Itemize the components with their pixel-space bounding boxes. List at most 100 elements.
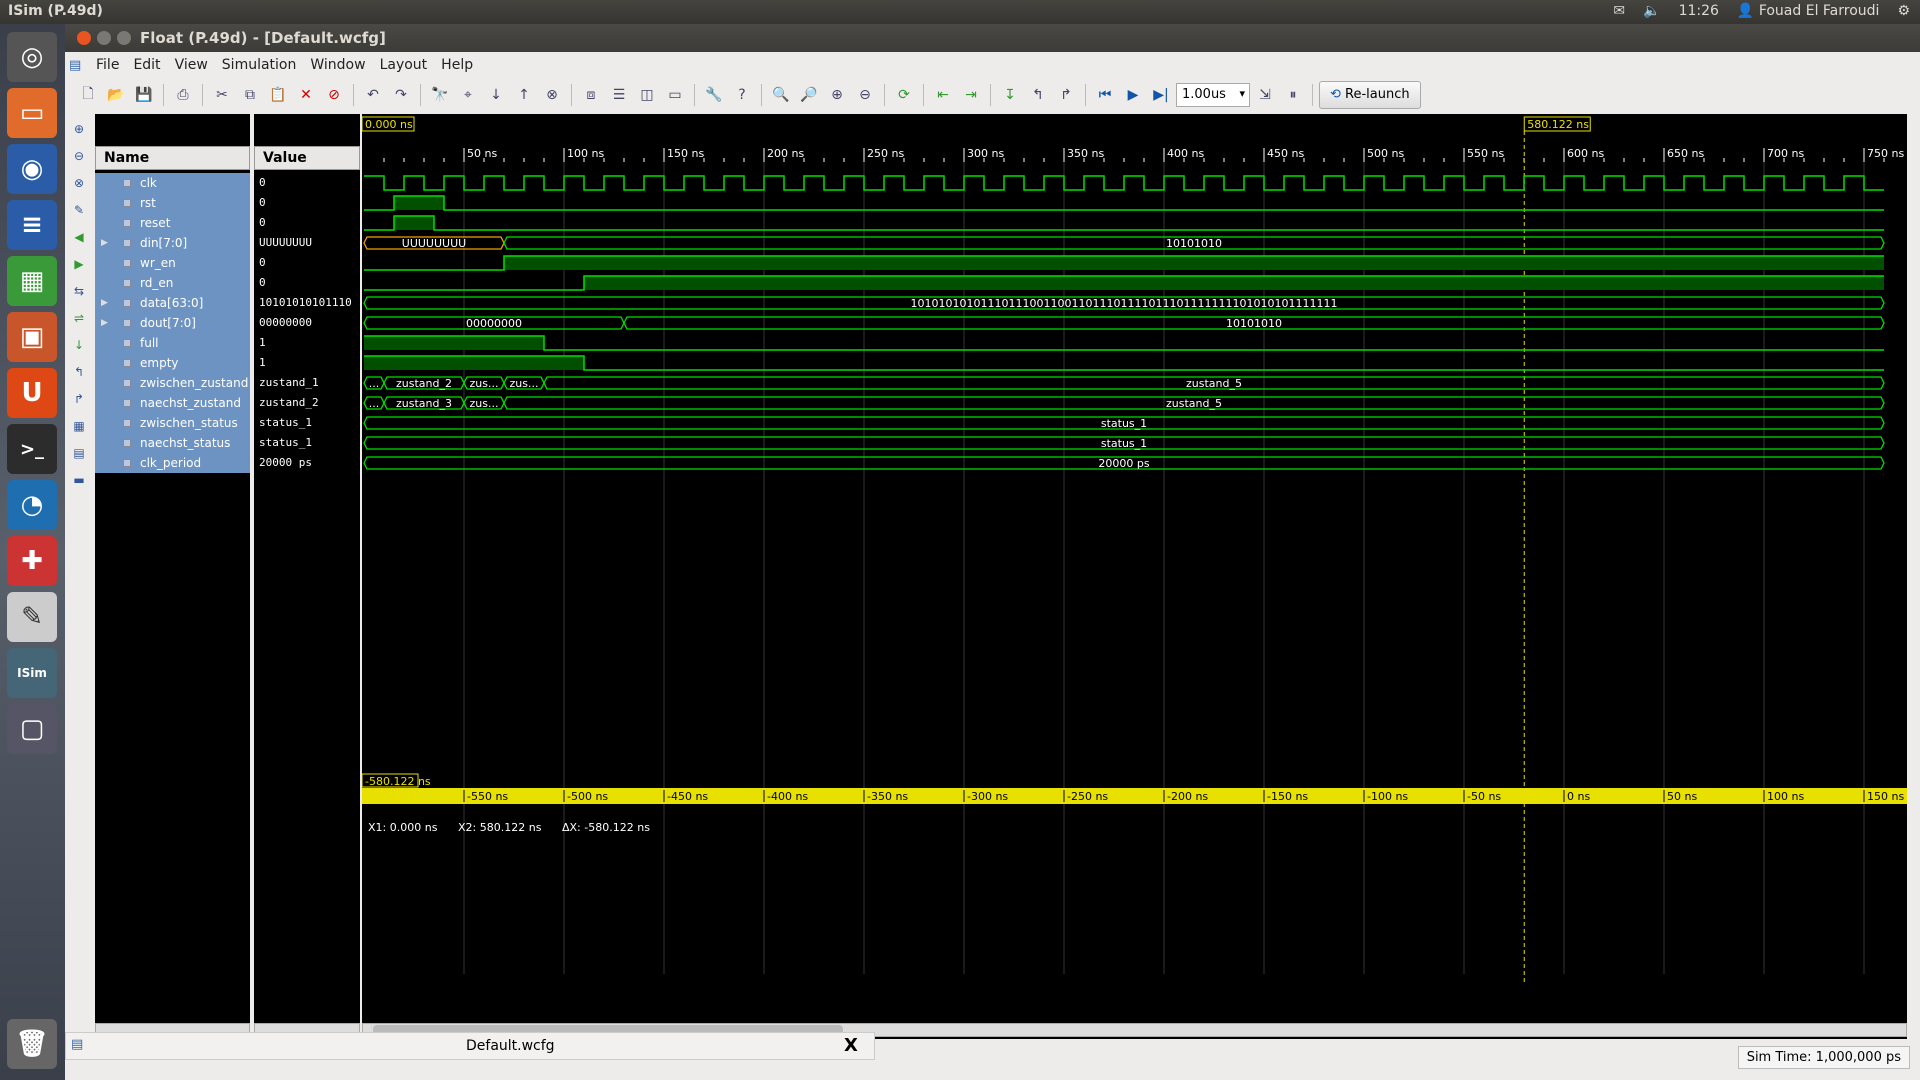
mail-icon[interactable]: ✉ <box>1613 3 1625 19</box>
signal-row[interactable]: naechst_status <box>95 433 250 453</box>
chart-app-icon[interactable]: ◔ <box>7 480 57 530</box>
zoom-in-icon[interactable]: ⊕ <box>67 117 91 141</box>
close-tab-button[interactable]: X <box>844 1035 858 1056</box>
up-arrow-icon[interactable]: ↑ <box>511 82 537 108</box>
waveform-canvas[interactable]: 50 ns 100 ns 150 ns 200 ns 250 ns 300 ns 350 n… <box>362 114 1907 1039</box>
redo-icon[interactable]: ↷ <box>388 82 414 108</box>
zoom-cursor-icon[interactable]: ⊖ <box>852 82 878 108</box>
down-arrow-icon[interactable]: ↓ <box>483 82 509 108</box>
impress-icon[interactable]: ▣ <box>7 312 57 362</box>
pause-icon[interactable]: ⏸ <box>1280 82 1306 108</box>
menu-view[interactable]: View <box>168 57 215 73</box>
help-icon[interactable]: ? <box>729 82 755 108</box>
tile-horizontal-icon[interactable]: ☰ <box>606 82 632 108</box>
signal-row[interactable]: ▶ din[7:0] <box>95 233 250 253</box>
relaunch-button[interactable]: ⟲ Re-launch <box>1319 81 1421 109</box>
prev-marker-icon[interactable]: ⇤ <box>930 82 956 108</box>
writer-icon[interactable]: ≡ <box>7 200 57 250</box>
menu-window[interactable]: Window <box>303 57 372 73</box>
find-icon[interactable]: 🔭 <box>427 82 453 108</box>
paste-icon[interactable]: 📋 <box>265 82 291 108</box>
dash-home-icon[interactable]: ◎ <box>7 32 57 82</box>
signal-row[interactable]: naechst_zustand <box>95 393 250 413</box>
open-file-icon[interactable]: 📂 <box>103 82 129 108</box>
zoom-fit-icon[interactable]: ⊕ <box>824 82 850 108</box>
expand-arrow-icon[interactable]: ▶ <box>101 313 108 333</box>
minimize-window-icon[interactable] <box>97 31 111 45</box>
name-column-header[interactable]: Name <box>95 146 250 170</box>
signal-row[interactable]: zwischen_status <box>95 413 250 433</box>
clock[interactable]: 11:26 <box>1679 3 1719 19</box>
terminal-icon[interactable]: >_ <box>7 424 57 474</box>
menu-file[interactable]: File <box>89 57 126 73</box>
delete-icon[interactable]: ✕ <box>293 82 319 108</box>
refresh-icon[interactable]: ⟳ <box>891 82 917 108</box>
signal-row[interactable]: full <box>95 333 250 353</box>
signal-row[interactable]: zwischen_zustand <box>95 373 250 393</box>
signal-row[interactable]: ▶ data[63:0] <box>95 293 250 313</box>
close-window-icon[interactable] <box>77 31 91 45</box>
settings-gear-icon[interactable]: ⚙ <box>1897 3 1910 19</box>
signal-row[interactable]: clk <box>95 173 250 193</box>
workspace-icon[interactable]: ▢ <box>7 704 57 754</box>
menu-layout[interactable]: Layout <box>373 57 435 73</box>
user-menu[interactable]: 👤 Fouad El Farroudi <box>1737 3 1880 19</box>
next-edge-icon[interactable]: ↱ <box>67 387 91 411</box>
signal-row[interactable]: wr_en <box>95 253 250 273</box>
signal-row[interactable]: rd_en <box>95 273 250 293</box>
divider-icon[interactable]: ▬ <box>67 468 91 492</box>
zoom-full-icon[interactable]: ⊗ <box>67 171 91 195</box>
swap-icon[interactable]: ⇆ <box>67 279 91 303</box>
software-center-icon[interactable]: U <box>7 368 57 418</box>
maximize-window-icon[interactable] <box>117 31 131 45</box>
properties-icon[interactable]: 🔧 <box>701 82 727 108</box>
add-marker-icon[interactable]: ↧ <box>997 82 1023 108</box>
stop-icon[interactable]: ⊘ <box>321 82 347 108</box>
menu-simulation[interactable]: Simulation <box>215 57 304 73</box>
document-tab[interactable]: Default.wcfg <box>466 1038 555 1054</box>
find-disabled-icon[interactable]: ⌖ <box>455 82 481 108</box>
isim-icon[interactable]: ISim <box>7 648 57 698</box>
restart-icon[interactable]: ⏮ <box>1092 82 1118 108</box>
next-marker-icon[interactable]: ⇥ <box>958 82 984 108</box>
text-editor-icon[interactable]: ✎ <box>7 592 57 642</box>
firefox-icon[interactable]: ◉ <box>7 144 57 194</box>
step-icon[interactable]: ⇲ <box>1252 82 1278 108</box>
app-menu-icon[interactable]: ▤ <box>69 58 89 73</box>
zoom-in-icon[interactable]: 🔍 <box>768 82 794 108</box>
volume-icon[interactable]: 🔈 <box>1643 3 1660 19</box>
window-icon[interactable]: ▭ <box>662 82 688 108</box>
expand-arrow-icon[interactable]: ▶ <box>101 233 108 253</box>
cursor-add-icon[interactable]: ⇌ <box>67 306 91 330</box>
cut-icon[interactable]: ✂ <box>209 82 235 108</box>
group-icon[interactable]: ▤ <box>67 441 91 465</box>
radix-icon[interactable]: ▦ <box>67 414 91 438</box>
calc-icon[interactable]: ▦ <box>7 256 57 306</box>
prev-transition-icon[interactable]: ↰ <box>1025 82 1051 108</box>
signal-row[interactable]: reset <box>95 213 250 233</box>
undo-icon[interactable]: ↶ <box>360 82 386 108</box>
copy-icon[interactable]: ⧉ <box>237 82 263 108</box>
files-icon[interactable]: ▭ <box>7 88 57 138</box>
go-end-icon[interactable]: ▶ <box>67 252 91 276</box>
signal-row[interactable]: rst <box>95 193 250 213</box>
save-icon[interactable]: 💾 <box>131 82 157 108</box>
go-start-icon[interactable]: ◀ <box>67 225 91 249</box>
value-column-header[interactable]: Value <box>254 146 360 170</box>
system-settings-icon[interactable]: ✚ <box>7 536 57 586</box>
run-time-select[interactable]: 1.00us ▾ <box>1176 83 1250 107</box>
zoom-out-icon[interactable]: 🔎 <box>796 82 822 108</box>
expand-arrow-icon[interactable]: ▶ <box>101 293 108 313</box>
marker-add-icon[interactable]: ↓ <box>67 333 91 357</box>
menu-edit[interactable]: Edit <box>126 57 167 73</box>
print-icon[interactable]: ⎙ <box>170 82 196 108</box>
signal-row[interactable]: clk_period <box>95 453 250 473</box>
trash-icon[interactable]: 🗑 <box>7 1019 57 1069</box>
next-transition-icon[interactable]: ↱ <box>1053 82 1079 108</box>
run-all-icon[interactable]: ▶ <box>1120 82 1146 108</box>
signal-row[interactable]: ▶ dout[7:0] <box>95 313 250 333</box>
menu-help[interactable]: Help <box>434 57 480 73</box>
signal-row[interactable]: empty <box>95 353 250 373</box>
new-file-icon[interactable]: 🗋 <box>75 82 101 108</box>
cancel-icon[interactable]: ⊗ <box>539 82 565 108</box>
